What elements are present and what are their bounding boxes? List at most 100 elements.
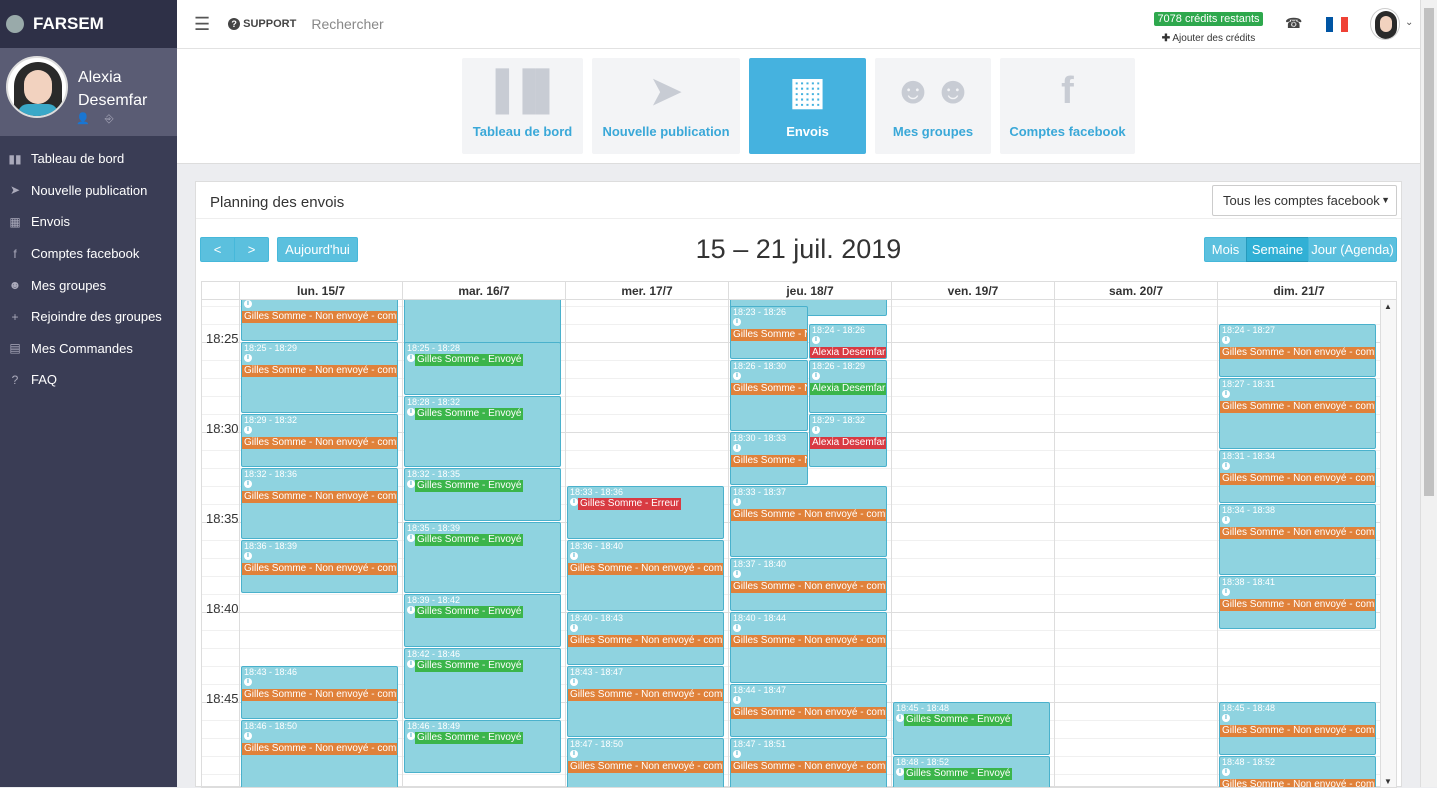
info-icon[interactable]: i [896,714,904,722]
calendar-event[interactable]: 18:45 - 18:48 i Gilles Somme - Envoyé [893,702,1050,755]
calendar-event[interactable]: 18:42 - 18:46 i Gilles Somme - Envoyé [404,648,561,719]
calendar-event[interactable]: 18:46 - 18:50 i Gilles Somme - Non envoyé … [241,720,398,787]
info-icon[interactable]: i [733,570,741,578]
info-icon[interactable]: i [733,444,741,452]
phone-icon[interactable]: ☎ [1285,15,1302,32]
scroll-up-icon[interactable]: ▲ [1384,302,1392,311]
view-day-button[interactable]: Jour (Agenda) [1308,237,1397,262]
info-icon[interactable]: i [733,318,741,326]
calendar-event[interactable]: 18:47 - 18:51 i Gilles Somme - Non envoyé … [730,738,887,787]
info-icon[interactable]: i [1222,390,1230,398]
info-icon[interactable]: i [407,732,415,740]
info-icon[interactable]: i [812,336,820,344]
calendar-event[interactable]: 18:36 - 18:40 i Gilles Somme - Non envoyé … [567,540,724,611]
tile-mes-groupes[interactable]: ☻☻ Mes groupes [875,58,991,154]
info-icon[interactable]: i [244,480,252,488]
calendar-event[interactable]: 18:27 - 18:31 i Gilles Somme - Non envoyé … [1219,378,1376,449]
info-icon[interactable]: i [1222,714,1230,722]
info-icon[interactable]: i [244,354,252,362]
sidebar-item-faq[interactable]: ? FAQ [0,364,177,396]
calendar-event[interactable]: 18:24 - 18:26 i Alexia Desemfar [809,324,887,359]
info-icon[interactable]: i [1222,768,1230,776]
tile-envois[interactable]: ▦ Envois [749,58,866,154]
info-icon[interactable]: i [733,372,741,380]
calendar-event[interactable]: 18:24 - 18:27 i Gilles Somme - Non envoyé … [1219,324,1376,377]
calendar-event[interactable]: 18:25 - 18:29 i Gilles Somme - Non envoyé … [241,342,398,413]
scroll-down-icon[interactable]: ▼ [1384,777,1392,786]
sidebar-item-nouvelle-publication[interactable]: ➤ Nouvelle publication [0,175,177,207]
calendar-event[interactable]: 18:29 - 18:32 i Alexia Desemfar [809,414,887,467]
tile-nouvelle-publication[interactable]: ➤ Nouvelle publication [592,58,740,154]
avatar[interactable] [6,56,68,118]
calendar-event[interactable]: 18:48 - 18:52 i Gilles Somme - Envoyé [893,756,1050,787]
info-icon[interactable]: i [244,732,252,740]
calendar-event[interactable]: 18:34 - 18:38 i Gilles Somme - Non envoyé … [1219,504,1376,575]
calendar-event[interactable]: 18:26 - 18:30 i Gilles Somme - N [730,360,808,431]
chevron-down-icon[interactable]: ⌄ [1405,17,1413,28]
info-icon[interactable]: i [407,534,415,542]
info-icon[interactable]: i [407,408,415,416]
add-credits-link[interactable]: ✚ Ajouter des crédits [1154,33,1263,44]
calendar-event[interactable]: 18:26 - 18:29 i Alexia Desemfar - [809,360,887,413]
calendar-event[interactable]: 18:33 - 18:36 i Gilles Somme - Erreur [567,486,724,539]
tile-comptes-facebook[interactable]: f Comptes facebook [1000,58,1135,154]
info-icon[interactable]: i [896,768,904,776]
support-link[interactable]: ? SUPPORT [228,18,296,30]
info-icon[interactable]: i [1222,336,1230,344]
sidebar-item-rejoindre-des-groupes[interactable]: + Rejoindre des groupes [0,301,177,333]
calendar-event[interactable]: 18:32 - 18:36 i Gilles Somme - Non envoyé … [241,468,398,539]
hamburger-menu-icon[interactable]: ☰ [194,14,210,35]
calendar-event[interactable]: 18:40 - 18:44 i Gilles Somme - Non envoyé … [730,612,887,683]
calendar-event[interactable]: 18:25 - 18:28 i Gilles Somme - Envoyé [404,342,561,395]
calendar-event[interactable]: 18:36 - 18:39 i Gilles Somme - Non envoyé … [241,540,398,593]
scrollbar-thumb[interactable] [1424,8,1434,496]
calendar-event[interactable]: 18:40 - 18:43 i Gilles Somme - Non envoyé … [567,612,724,665]
calendar-event[interactable]: 18:28 - 18:32 i Gilles Somme - Envoyé [404,396,561,467]
info-icon[interactable]: i [733,750,741,758]
info-icon[interactable]: i [244,552,252,560]
calendar-event[interactable]: 18:43 - 18:46 i Gilles Somme - Non envoyé … [241,666,398,719]
info-icon[interactable]: i [407,354,415,362]
sidebar-item-envois[interactable]: ▦ Envois [0,206,177,238]
view-month-button[interactable]: Mois [1204,237,1247,262]
brand[interactable]: FARSEM [0,0,177,48]
info-icon[interactable]: i [812,426,820,434]
info-icon[interactable]: i [244,426,252,434]
info-icon[interactable]: i [570,498,578,506]
calendar-event[interactable]: 18:39 - 18:42 i Gilles Somme - Envoyé [404,594,561,647]
info-icon[interactable]: i [733,498,741,506]
calendar-event[interactable]: 18:35 - 18:39 i Gilles Somme - Envoyé [404,522,561,593]
info-icon[interactable]: i [570,624,578,632]
calendar-event[interactable]: 18:44 - 18:47 i Gilles Somme - Non envoyé … [730,684,887,737]
calendar-event[interactable]: 18:47 - 18:50 i Gilles Somme - Non envoyé … [567,738,724,787]
info-icon[interactable]: i [244,678,252,686]
info-icon[interactable]: i [407,660,415,668]
search-input[interactable]: Rechercher [311,16,383,32]
calendar-event[interactable]: 18:37 - 18:40 i Gilles Somme - Non envoyé … [730,558,887,611]
calendar-event[interactable]: 18:23 - 18:26 i Gilles Somme - N [730,306,808,359]
view-week-button[interactable]: Semaine [1246,237,1309,262]
info-icon[interactable]: i [733,696,741,704]
sidebar-item-tableau-de-bord[interactable]: ▮▮ Tableau de bord [0,143,177,175]
info-icon[interactable]: i [244,300,252,308]
info-icon[interactable]: i [407,606,415,614]
calendar-event[interactable]: 18:33 - 18:37 i Gilles Somme - Non envoyé … [730,486,887,557]
calendar-event[interactable]: 18:38 - 18:41 i Gilles Somme - Non envoyé … [1219,576,1376,629]
info-icon[interactable]: i [1222,516,1230,524]
calendar-event[interactable]: 18:32 - 18:35 i Gilles Somme - Envoyé [404,468,561,521]
calendar-event[interactable]: 18:30 - 18:33 i Gilles Somme - N [730,432,808,485]
french-flag-icon[interactable] [1326,17,1348,32]
calendar-event[interactable]: 18:46 - 18:49 i Gilles Somme - Envoyé [404,720,561,773]
calendar-event[interactable]: 18:45 - 18:48 i Gilles Somme - Non envoyé … [1219,702,1376,755]
sidebar-item-mes-commandes[interactable]: ▤ Mes Commandes [0,333,177,365]
calendar-scrollbar[interactable]: ▲ ▼ [1380,300,1396,787]
info-icon[interactable]: i [733,624,741,632]
profile-logout-icons[interactable]: 👤 ⎆ [76,112,120,126]
info-icon[interactable]: i [570,678,578,686]
info-icon[interactable]: i [407,480,415,488]
calendar-event[interactable]: 18:31 - 18:34 i Gilles Somme - Non envoyé … [1219,450,1376,503]
info-icon[interactable]: i [812,372,820,380]
sidebar-item-mes-groupes[interactable]: ☻ Mes groupes [0,269,177,301]
info-icon[interactable]: i [570,750,578,758]
calendar-event[interactable]: 18:48 - 18:52 i Gilles Somme - Non envoyé … [1219,756,1376,787]
